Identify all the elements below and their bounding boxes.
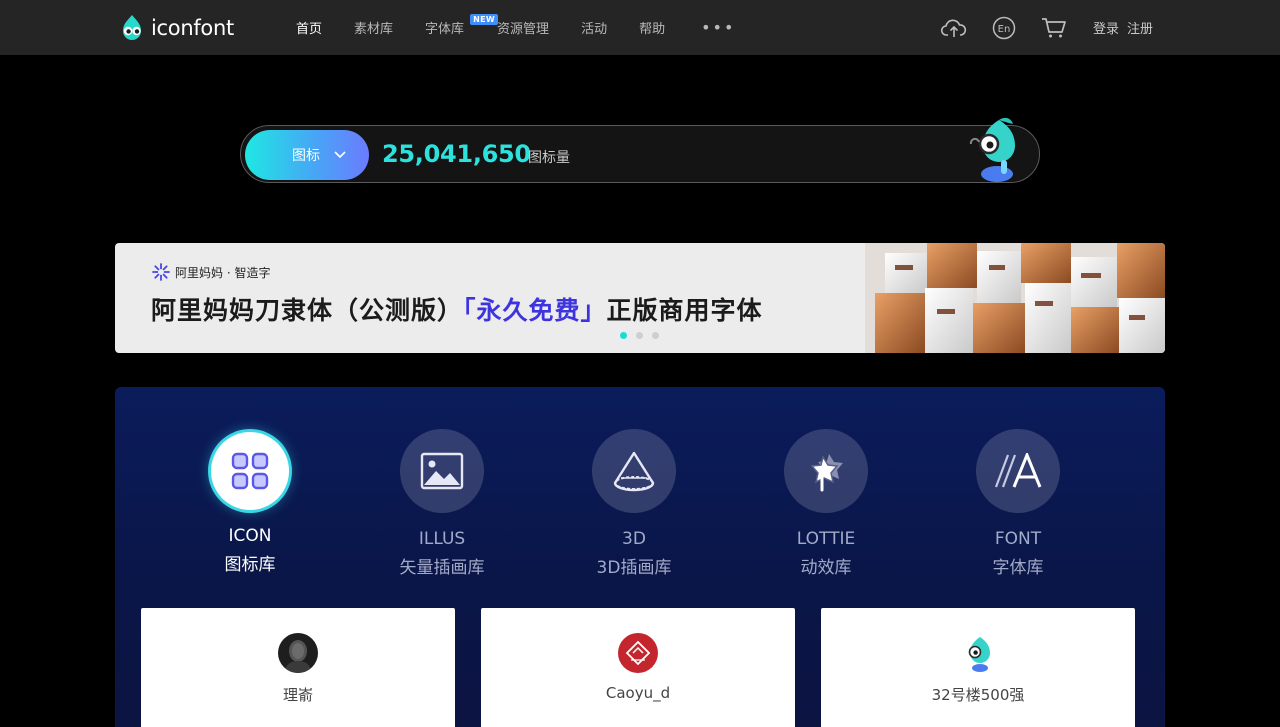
cone-icon [613,451,655,492]
category-font-library[interactable]: FONT 字体库 [928,429,1108,578]
banner-artwork [865,243,1165,353]
main-nav: 首页 素材库 字体库 NEW 资源管理 活动 帮助 ••• [296,0,735,55]
category-icon-library[interactable]: ICON 图标库 [160,429,340,575]
banner-title-suffix: 正版商用字体 [606,296,763,325]
register-link[interactable]: 注册 [1127,18,1153,37]
star-motion-icon [810,454,843,492]
designer-card[interactable]: 32号楼500强 [821,608,1135,727]
nav-item-materials[interactable]: 素材库 [354,18,393,37]
logo[interactable]: iconfont [117,12,234,44]
category-cn-label: 图标库 [224,555,276,575]
designer-card[interactable]: 理嵛 [141,608,455,727]
new-badge: NEW [470,14,499,25]
category-illustration-library[interactable]: ILLUS 矢量插画库 [352,429,532,578]
avatar [958,633,998,673]
category-3d-circle [592,429,676,513]
avatar [618,633,658,673]
language-label: En [998,24,1011,35]
category-en-label: 3D [622,529,646,549]
icon-total-count: 25,041,650 [382,140,531,168]
top-nav-bar: iconfont 首页 素材库 字体库 NEW 资源管理 活动 帮助 ••• E… [0,0,1280,55]
banner-pagination [620,332,668,339]
banner-dot-1[interactable] [620,332,627,339]
nav-item-fonts-label: 字体库 [425,22,465,37]
category-en-label: ILLUS [418,529,466,549]
category-font-circle [976,429,1060,513]
header-actions: En 登录 注册 [917,0,1153,55]
category-lottie-library[interactable]: LOTTIE 动效库 [736,429,916,578]
nav-item-activities[interactable]: 活动 [581,18,607,37]
designer-name: 32号楼500强 [931,686,1025,704]
nav-item-help[interactable]: 帮助 [639,18,665,37]
search-type-dropdown[interactable]: 图标 [245,130,369,180]
banner-dot-3[interactable] [652,332,659,339]
mascot-icon [969,117,1015,182]
banner-title: 阿里妈妈刀隶体（公测版）「永久免费」正版商用字体 [151,291,763,327]
icon-total-label: 图标量 [528,150,570,166]
banner-title-highlight: 「永久免费」 [463,296,607,325]
promo-banner[interactable]: 阿里妈妈 · 智造字 阿里妈妈刀隶体（公测版）「永久免费」正版商用字体 [115,243,1165,353]
category-3d-library[interactable]: 3D 3D插画库 [544,429,724,578]
shopping-cart-icon[interactable] [1041,15,1067,41]
logo-text: iconfont [151,16,234,40]
search-type-label: 图标 [292,148,320,164]
category-en-label: LOTTIE [796,529,856,549]
banner-brand-text: 阿里妈妈 · 智造字 [175,265,271,280]
search-bar[interactable]: 图标 25,041,650 图标量 [240,117,1040,183]
grid-icon [231,452,269,490]
chevron-down-icon [334,151,346,159]
banner-title-prefix: 阿里妈妈刀隶体（公测版） [151,296,464,325]
nav-item-home[interactable]: 首页 [296,18,322,37]
category-en-label: FONT [994,529,1042,549]
upload-cloud-icon[interactable] [940,15,967,41]
category-lottie-circle [784,429,868,513]
category-cn-label: 动效库 [800,558,852,578]
designer-name: Caoyu_d [605,684,671,702]
category-en-label: ICON [228,526,272,546]
font-a-icon [994,453,1042,488]
nav-item-fonts[interactable]: 字体库 NEW [425,14,499,37]
category-icon-circle [211,432,289,510]
designer-card[interactable]: Caoyu_d [481,608,795,727]
category-cn-label: 3D插画库 [596,558,672,578]
language-switch-icon[interactable]: En [991,15,1017,41]
category-cn-label: 字体库 [992,558,1044,578]
category-illus-circle [400,429,484,513]
designer-name: 理嵛 [282,686,313,704]
banner-brand: 阿里妈妈 · 智造字 [151,262,270,282]
login-link[interactable]: 登录 [1093,18,1119,37]
picture-icon [420,452,464,490]
alimama-logo-icon [152,263,170,281]
avatar [278,633,318,673]
library-panel: ICON 图标库 ILLUS 矢量插画库 3D 3D插画库 LOTTIE 动效库… [115,387,1165,727]
logo-icon [123,15,141,40]
nav-item-resources[interactable]: 资源管理 [497,18,549,37]
banner-dot-2[interactable] [636,332,643,339]
category-cn-label: 矢量插画库 [399,558,485,578]
more-menu-button[interactable]: ••• [701,18,735,37]
